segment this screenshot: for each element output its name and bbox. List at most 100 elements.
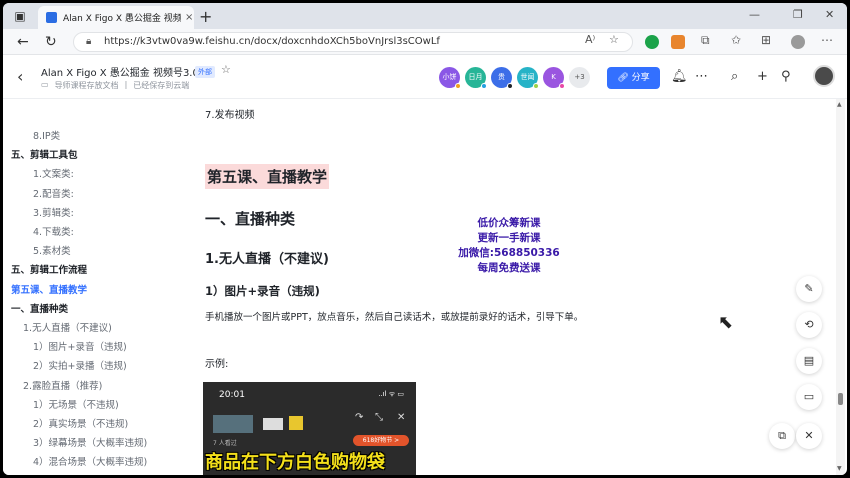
collections-icon[interactable]: ⊞ (761, 33, 771, 47)
toc-item[interactable]: 2）真实场景（不违规) (33, 416, 128, 430)
collaborator-avatar[interactable]: K (543, 67, 565, 89)
toc-item[interactable]: 1.文案类: (33, 166, 74, 180)
document-icon[interactable]: ▤ (796, 348, 822, 374)
toc-item[interactable]: 8.IP类 (33, 128, 60, 142)
close-panel-icon[interactable]: ✕ (796, 423, 822, 449)
new-tab-button[interactable]: + (199, 7, 212, 26)
promo-line: 低价众筹新课 (477, 217, 541, 229)
share-button[interactable]: 🔗︎ 分享 (607, 67, 660, 89)
toc-item[interactable]: 1.无人直播（不建议) (23, 320, 112, 334)
history-icon[interactable]: ⟲ (796, 312, 822, 338)
metamask-fox-icon[interactable] (671, 35, 685, 49)
collaborator-avatar[interactable]: 日月 (465, 67, 487, 89)
more-collaborators[interactable]: +3 (569, 67, 590, 88)
refresh-icon[interactable]: ↻ (45, 34, 57, 50)
collaborator-avatars: 小饼 日月 贵 世闻 K +3 (439, 67, 590, 89)
subsection-heading: 1.无人直播（不建议) (205, 252, 329, 267)
toc-item[interactable]: 4.下载类: (33, 224, 74, 238)
example-label: 示例: (205, 359, 229, 370)
tab-close-icon[interactable]: × (185, 12, 193, 23)
browser-tab[interactable]: Alan X Figo X 愚公掘金 视频号3.0 × (38, 6, 194, 29)
toc-item[interactable]: 4）混合场景（大概率违规) (33, 454, 147, 468)
toc-item[interactable]: 5.素材类 (33, 243, 71, 257)
toc-item[interactable]: 3）绿幕场景（大概率违规) (33, 435, 147, 449)
add-icon[interactable]: + (757, 69, 768, 84)
toc-item[interactable]: 2.配音类: (33, 186, 74, 200)
back-chevron-icon[interactable]: ‹ (17, 67, 23, 86)
body-paragraph: 手机播放一个图片或PPT，放点音乐，然后自己读话术，或放提前录好的话术，引导下单… (205, 312, 584, 323)
toc-item[interactable]: 1）无场景（不违规) (33, 397, 119, 411)
search-icon[interactable]: ⌕ (731, 69, 738, 84)
address-bar[interactable]: 🔒︎ https://k3vtw0va9w.feishu.cn/docx/dox… (73, 32, 633, 52)
toc-item[interactable]: 第五课、直播教学 (11, 282, 87, 296)
toc-item[interactable]: 2）实拍+录播（违规) (33, 358, 127, 372)
user-avatar[interactable] (813, 65, 835, 87)
comment-icon[interactable]: ▭ (796, 384, 822, 410)
notification-bell-icon[interactable]: 🔔︎ (671, 69, 688, 84)
star-icon[interactable]: ☆ (221, 63, 231, 76)
tab-actions-icon[interactable]: ▣ (13, 9, 27, 23)
minimize-icon[interactable]: — (749, 8, 760, 21)
blurred-name (263, 418, 283, 430)
more-options-icon[interactable]: ⋯ (695, 69, 708, 84)
folder-name[interactable]: 导师课程存放文档 (55, 80, 119, 91)
table-of-contents: 8.IP类五、剪辑工具包 1.文案类: 2.配音类: 3.剪辑类: 4.下载类: 5.素材… (3, 99, 193, 475)
video-caption: 商品在下方白色购物袋 (205, 452, 385, 473)
toc-item[interactable]: 五、剪辑工具包 (11, 147, 78, 161)
scrollbar[interactable]: ▲ ▼ (836, 99, 845, 475)
extension-green-icon[interactable] (645, 35, 659, 49)
promo-overlay: 低价众筹新课 更新一手新课 加微信:568850336 每周免费送课 (449, 216, 569, 276)
lesson-heading: 第五课、直播教学 (205, 164, 330, 189)
doc-title: Alan X Figo X 愚公掘金 视频号3.0版 (41, 68, 209, 79)
doc-header: ‹ Alan X Figo X 愚公掘金 视频号3.0版 外部 ☆ ▭ 导师课程… (3, 55, 847, 99)
doc-meta: ▭ 导师课程存放文档 | 已经保存到云端 (41, 80, 189, 91)
copy-icon[interactable]: ⧉ (769, 423, 795, 449)
section-heading: 一、直播种类 (205, 210, 296, 228)
address-bar-row: ← ↻ 🔒︎ https://k3vtw0va9w.feishu.cn/docx… (3, 29, 847, 55)
blurred-badge (289, 416, 303, 430)
toc-item[interactable]: 一、直播种类 (11, 301, 68, 315)
promo-pill: 618好物节 > (353, 435, 409, 446)
divider: | (124, 80, 128, 89)
share-arrow-icon: ↷ (355, 412, 364, 423)
toc-item[interactable]: 1）图片+录音（违规) (33, 339, 127, 353)
doc-body: 7.发布视频 第五课、直播教学 一、直播种类 1.无人直播（不建议) 1）图片+… (193, 99, 793, 475)
extensions-puzzle-icon[interactable]: ⧉ (701, 33, 710, 48)
back-arrow-icon[interactable]: ← (17, 34, 29, 50)
restore-icon[interactable]: ❐ (793, 8, 803, 21)
close-window-icon[interactable]: ✕ (825, 8, 834, 21)
scrollbar-thumb[interactable] (838, 393, 843, 405)
toc-item[interactable]: 2.露脸直播（推荐) (23, 378, 102, 392)
tab-strip: ▣ Alan X Figo X 愚公掘金 视频号3.0 × + — ❐ ✕ (3, 3, 847, 29)
save-status: 已经保存到云端 (133, 81, 190, 90)
external-badge: 外部 (195, 66, 215, 78)
folder-icon: ▭ (41, 80, 49, 89)
toc-item[interactable]: 五、剪辑工作流程 (11, 262, 87, 276)
promo-line: 加微信:568850336 (458, 247, 560, 259)
collaborator-avatar[interactable]: 世闻 (517, 67, 539, 89)
close-icon: ✕ (397, 412, 406, 423)
edit-doc-icon[interactable]: ✎ (796, 276, 822, 302)
collaborator-avatar[interactable]: 小饼 (439, 67, 461, 89)
sub-subsection-heading: 1）图片+录音（违规) (205, 284, 320, 298)
location-pin-icon[interactable]: ⚲ (781, 69, 791, 84)
promo-line: 更新一手新课 (477, 232, 541, 244)
publish-line: 7.发布视频 (205, 110, 255, 121)
promo-line: 每周免费送课 (477, 262, 541, 274)
profile-avatar-icon[interactable] (791, 35, 805, 49)
favorites-icon[interactable]: ✩ (731, 33, 741, 47)
scroll-down-icon[interactable]: ▼ (837, 465, 842, 472)
feishu-favicon-icon (46, 12, 57, 23)
shrink-icon: ⤡ (375, 412, 383, 423)
phone-status-bar: ..ıl ᯤ ▭ (378, 390, 404, 398)
url-text: https://k3vtw0va9w.feishu.cn/docx/doxcnh… (104, 36, 440, 47)
toc-item[interactable]: 3.剪辑类: (33, 205, 74, 219)
tab-title: Alan X Figo X 愚公掘金 视频号3.0 (63, 14, 181, 24)
scroll-up-icon[interactable]: ▲ (837, 101, 842, 108)
favorite-star-icon[interactable]: ☆ (609, 33, 619, 46)
blurred-avatar (213, 415, 253, 433)
collaborator-avatar[interactable]: 贵 (491, 67, 513, 89)
example-video-screenshot[interactable]: 20:01 ..ıl ᯤ ▭ ↷ ⤡ ✕ 7 人看过 618好物节 > 商品在下… (203, 382, 416, 475)
read-aloud-icon[interactable]: A⁾ (585, 33, 595, 46)
more-menu-icon[interactable]: ⋯ (821, 33, 833, 47)
